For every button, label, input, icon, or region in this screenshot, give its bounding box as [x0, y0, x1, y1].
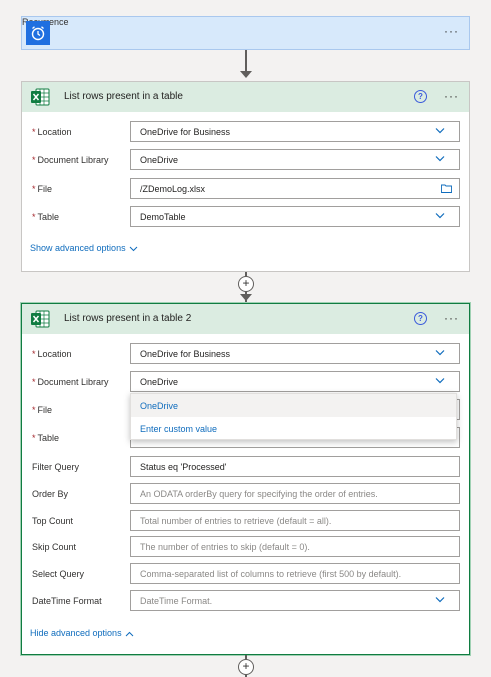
- document-library-dropdown[interactable]: OneDrive: [130, 149, 460, 170]
- list-rows-action-card[interactable]: List rows present in a table ? ··· * Loca…: [21, 81, 470, 272]
- help-icon[interactable]: ?: [414, 90, 427, 103]
- table-label: * Table: [32, 212, 60, 222]
- file-label: * File: [32, 184, 53, 194]
- location-dropdown[interactable]: OneDrive for Business: [130, 121, 460, 142]
- chevron-down-icon: [435, 213, 445, 219]
- document-library-label: * Document Library: [32, 155, 109, 165]
- filter-query-row: Filter Query Status eq 'Processed': [22, 456, 469, 478]
- file-row: * File /ZDemoLog.xlsx: [22, 178, 469, 200]
- filter-query-label: Filter Query: [32, 462, 80, 472]
- order-by-input[interactable]: An ODATA orderBy query for specifying th…: [130, 483, 460, 504]
- top-count-input[interactable]: Total number of entries to retrieve (def…: [130, 510, 460, 531]
- hide-advanced-options-link[interactable]: Hide advanced options: [30, 628, 134, 638]
- location-label: * Location: [32, 349, 72, 359]
- chevron-down-icon: [435, 350, 445, 356]
- document-library-label: * Document Library: [32, 377, 109, 387]
- location-label: * Location: [32, 127, 72, 137]
- location-row: * Location OneDrive for Business: [22, 343, 469, 365]
- excel-icon: [29, 308, 51, 330]
- chevron-down-icon: [435, 156, 445, 162]
- chevron-down-icon: [129, 246, 137, 251]
- connector-line: [245, 50, 247, 73]
- chevron-down-icon: [435, 597, 445, 603]
- action-header[interactable]: List rows present in a table 2 ? ···: [22, 304, 469, 334]
- excel-icon: [29, 86, 51, 108]
- folder-icon[interactable]: [441, 184, 452, 193]
- action-title: List rows present in a table 2: [64, 313, 192, 324]
- chevron-down-icon: [435, 128, 445, 134]
- option-enter-custom-value[interactable]: Enter custom value: [131, 417, 456, 440]
- more-options-button[interactable]: ···: [444, 312, 459, 324]
- alarm-clock-icon: [26, 21, 50, 45]
- file-label: * File: [32, 405, 53, 415]
- action-title: List rows present in a table: [64, 91, 183, 102]
- list-rows-action-card-2[interactable]: List rows present in a table 2 ? ··· * Lo…: [21, 303, 470, 655]
- location-dropdown[interactable]: OneDrive for Business: [130, 343, 460, 364]
- select-query-input[interactable]: Comma-separated list of columns to retri…: [130, 563, 460, 584]
- table-row: * Table DemoTable: [22, 206, 469, 228]
- document-library-options-menu: OneDrive Enter custom value: [130, 393, 457, 440]
- document-library-row: * Document Library OneDrive: [22, 149, 469, 171]
- skip-count-row: Skip Count The number of entries to skip…: [22, 536, 469, 558]
- chevron-up-icon: [125, 631, 133, 636]
- order-by-label: Order By: [32, 489, 69, 499]
- insert-step-button[interactable]: +: [238, 276, 254, 292]
- table-label: * Table: [32, 433, 60, 443]
- document-library-row: * Document Library OneDrive: [22, 371, 469, 393]
- action-header[interactable]: List rows present in a table ? ···: [22, 82, 469, 112]
- datetime-format-row: DateTime Format DateTime Format.: [22, 590, 469, 612]
- show-advanced-options-link[interactable]: Show advanced options: [30, 243, 138, 253]
- skip-count-input[interactable]: The number of entries to skip (default =…: [130, 536, 460, 557]
- table-dropdown[interactable]: DemoTable: [130, 206, 460, 227]
- datetime-format-label: DateTime Format: [32, 596, 102, 606]
- select-query-row: Select Query Comma-separated list of col…: [22, 563, 469, 585]
- chevron-down-icon: [435, 378, 445, 384]
- skip-count-label: Skip Count: [32, 542, 77, 552]
- more-options-button[interactable]: ···: [444, 25, 459, 37]
- arrow-down-icon: [240, 71, 252, 78]
- location-row: * Location OneDrive for Business: [22, 121, 469, 143]
- file-input[interactable]: /ZDemoLog.xlsx: [130, 178, 460, 199]
- document-library-dropdown[interactable]: OneDrive: [130, 371, 460, 392]
- option-onedrive[interactable]: OneDrive: [131, 394, 456, 417]
- top-count-label: Top Count: [32, 516, 74, 526]
- help-icon[interactable]: ?: [414, 312, 427, 325]
- datetime-format-dropdown[interactable]: DateTime Format.: [130, 590, 460, 611]
- more-options-button[interactable]: ···: [444, 90, 459, 102]
- select-query-label: Select Query: [32, 569, 85, 579]
- insert-step-button[interactable]: +: [238, 659, 254, 675]
- arrow-down-icon: [240, 294, 252, 301]
- top-count-row: Top Count Total number of entries to ret…: [22, 510, 469, 532]
- filter-query-input[interactable]: Status eq 'Processed': [130, 456, 460, 477]
- recurrence-trigger-card[interactable]: Recurrence ···: [21, 16, 470, 50]
- order-by-row: Order By An ODATA orderBy query for spec…: [22, 483, 469, 505]
